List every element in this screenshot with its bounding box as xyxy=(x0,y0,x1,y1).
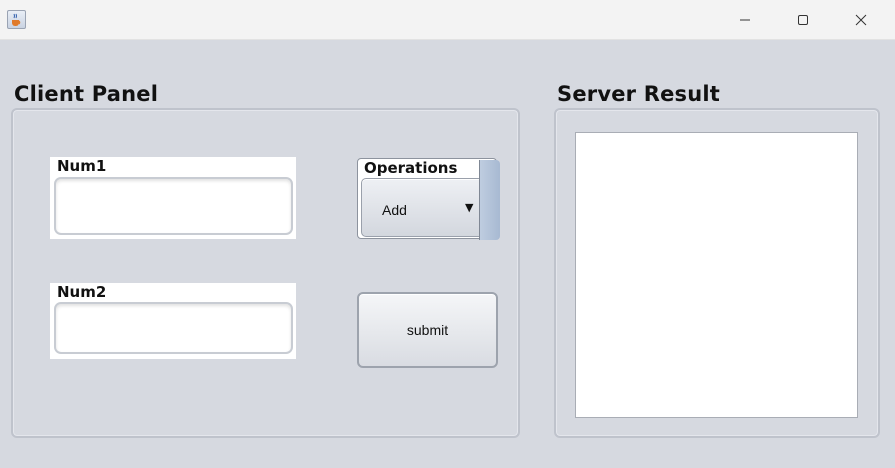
operations-scrollbar[interactable] xyxy=(479,160,500,240)
operations-label: Operations xyxy=(364,159,458,177)
close-button[interactable] xyxy=(832,0,890,40)
operations-dropdown[interactable]: Add ▼ xyxy=(361,160,500,240)
window-titlebar xyxy=(0,0,895,40)
submit-button[interactable]: submit xyxy=(357,292,498,368)
dropdown-arrow-icon[interactable]: ▼ xyxy=(465,201,473,214)
server-result-heading: Server Result xyxy=(557,82,721,106)
num2-group: Num2 xyxy=(50,283,296,359)
num1-label: Num1 xyxy=(57,157,107,175)
server-result-textarea[interactable] xyxy=(575,132,858,418)
minimize-button[interactable] xyxy=(716,0,774,40)
maximize-button[interactable] xyxy=(774,0,832,40)
num2-input[interactable] xyxy=(54,302,293,354)
num2-label: Num2 xyxy=(57,283,107,301)
num1-group: Num1 xyxy=(50,157,296,239)
num1-input[interactable] xyxy=(54,177,293,235)
minimize-icon xyxy=(740,19,750,21)
operations-group: Operations Add ▼ xyxy=(357,158,500,240)
client-panel-heading: Client Panel xyxy=(14,82,159,106)
operations-selected-value: Add xyxy=(382,202,407,218)
java-cup-icon[interactable] xyxy=(7,10,26,29)
close-icon xyxy=(855,14,867,26)
maximize-icon xyxy=(798,15,808,25)
